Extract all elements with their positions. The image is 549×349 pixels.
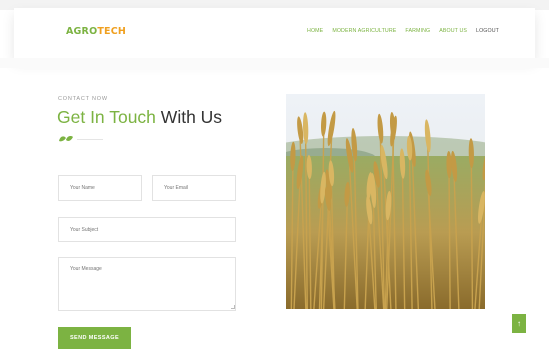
logo-tech: TECH [97, 26, 127, 37]
arrow-up-icon: ↑ [517, 319, 521, 328]
section-heading: Get In Touch With Us [57, 107, 222, 128]
header: AGROTECH HOME MODERN AGRICULTURE FARMING… [14, 8, 535, 58]
wheat-illustration [286, 94, 485, 309]
section-eyebrow: CONTACT NOW [58, 96, 108, 102]
scroll-to-top-button[interactable]: ↑ [512, 314, 526, 333]
nav-about-us[interactable]: ABOUT US [439, 28, 467, 34]
wheat-field-image [286, 94, 485, 309]
divider-line [77, 138, 103, 140]
nav-modern-agriculture[interactable]: MODERN AGRICULTURE [332, 28, 396, 34]
contact-page: AGROTECH HOME MODERN AGRICULTURE FARMING… [0, 0, 549, 349]
logo-agro: AGRO [66, 26, 98, 37]
heading-dark: With Us [160, 107, 223, 127]
heading-divider [58, 135, 103, 143]
email-field[interactable] [152, 175, 236, 201]
message-field[interactable] [58, 257, 236, 311]
leaf-icon [59, 136, 73, 142]
header-shadow-band [0, 58, 549, 68]
nav-logout[interactable]: LOGOUT [476, 28, 499, 34]
main-nav: HOME MODERN AGRICULTURE FARMING ABOUT US… [307, 28, 499, 34]
heading-green: Get In Touch [57, 107, 156, 127]
logo[interactable]: AGROTECH [66, 26, 126, 37]
nav-farming[interactable]: FARMING [405, 28, 430, 34]
name-field[interactable] [58, 175, 142, 201]
textarea-resize-handle[interactable] [231, 305, 235, 309]
nav-home[interactable]: HOME [307, 28, 323, 34]
send-message-button[interactable]: SEND MESSAGE [58, 327, 131, 349]
subject-field[interactable] [58, 217, 236, 242]
